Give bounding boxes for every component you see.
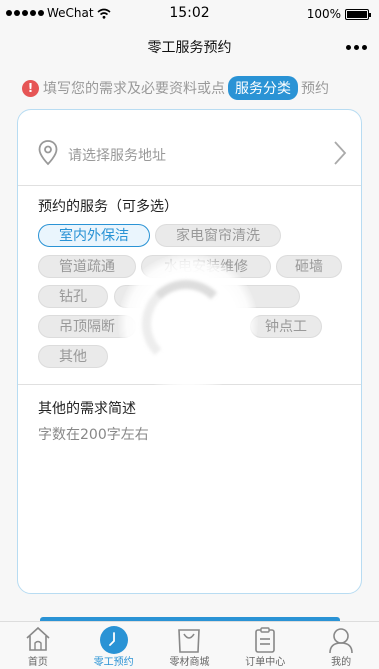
battery-percent: 100%	[306, 7, 341, 21]
tab-bar: 首页 零工预约 零材商城 订单中心 我的	[0, 621, 379, 669]
divider	[18, 185, 361, 186]
notes-input[interactable]: 字数在200字左右	[38, 424, 149, 444]
tab-label: 首页	[27, 657, 48, 668]
hint-text: 填写您的需求及必要资料或点	[43, 81, 225, 97]
service-category-button[interactable]: 服务分类	[228, 76, 298, 100]
hint-line: ! 填写您的需求及必要资料或点 服务分类 预约	[22, 76, 329, 100]
tab-label: 零材商城	[169, 657, 210, 668]
tab-profile[interactable]: 我的	[303, 622, 379, 669]
page-title: 零工服务预约	[147, 40, 232, 56]
more-icon[interactable]	[346, 45, 367, 50]
nav-bar: 零工服务预约	[0, 28, 379, 64]
loading-spinner-icon	[142, 280, 230, 368]
chevron-right-icon	[334, 141, 347, 165]
status-bar: WeChat 15:02 100%	[0, 0, 379, 28]
service-tag[interactable]: 其他	[38, 345, 108, 368]
address-placeholder: 请选择服务地址	[68, 148, 166, 164]
warning-icon: !	[22, 79, 39, 97]
hint-suffix: 预约	[301, 81, 329, 97]
battery-status: 100%	[306, 7, 371, 21]
tab-label: 我的	[331, 657, 352, 668]
tab-label: 零工预约	[93, 657, 134, 668]
service-tag[interactable]: 钻孔	[38, 285, 108, 308]
notes-title: 其他的需求简述	[38, 401, 136, 417]
service-tag[interactable]: 钟点工	[250, 315, 322, 338]
user-icon	[329, 628, 353, 654]
location-pin-icon	[38, 140, 58, 166]
clock-icon	[108, 632, 115, 646]
tab-home[interactable]: 首页	[0, 622, 76, 669]
tab-orders[interactable]: 订单中心	[227, 622, 303, 669]
home-icon	[26, 626, 50, 651]
service-tag[interactable]: 砸墙	[276, 255, 342, 278]
services-title: 预约的服务（可多选）	[38, 199, 178, 215]
clipboard-icon	[255, 627, 276, 653]
service-tag[interactable]: 管道疏通	[38, 255, 136, 278]
tab-booking[interactable]: 零工预约	[76, 622, 152, 669]
tab-shop[interactable]: 零材商城	[152, 622, 228, 669]
tab-label: 订单中心	[245, 657, 286, 668]
battery-icon	[345, 8, 371, 20]
service-tag[interactable]: 室内外保洁	[38, 224, 150, 247]
address-selector[interactable]: 请选择服务地址	[18, 110, 361, 185]
service-tag[interactable]: 家电窗帘清洗	[155, 224, 281, 247]
shopping-bag-icon	[178, 629, 201, 653]
